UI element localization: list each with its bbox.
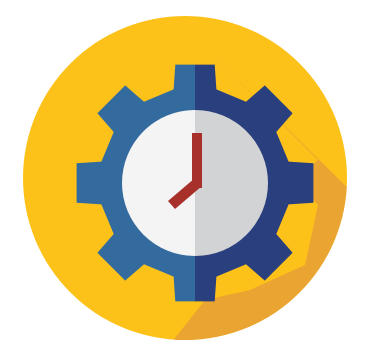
gear-clock-icon	[23, 16, 347, 340]
icon-canvas	[0, 0, 370, 357]
